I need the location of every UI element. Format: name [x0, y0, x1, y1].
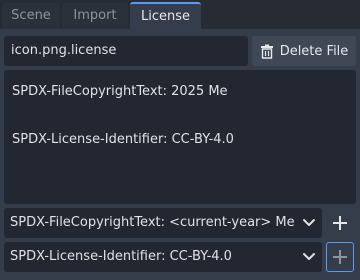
tab-bar: Scene Import License — [0, 0, 360, 31]
plus-icon — [333, 216, 347, 230]
license-dock: Scene Import License icon.png.license De… — [0, 0, 360, 280]
editor-line: SPDX-FileCopyrightText: 2025 Me — [12, 84, 228, 99]
copyright-template-value: SPDX-FileCopyrightText: <current-year> M… — [10, 215, 295, 230]
chevron-down-icon — [303, 253, 315, 260]
delete-file-button[interactable]: Delete File — [252, 36, 356, 66]
chevron-down-icon — [303, 219, 315, 226]
add-license-button[interactable] — [326, 242, 354, 272]
tab-license[interactable]: License — [130, 2, 201, 31]
plus-icon — [333, 250, 347, 264]
license-identifier-value: SPDX-License-Identifier: CC-BY-4.0 — [10, 249, 232, 264]
license-identifier-select[interactable]: SPDX-License-Identifier: CC-BY-4.0 — [4, 242, 322, 272]
copyright-template-select[interactable]: SPDX-FileCopyrightText: <current-year> M… — [4, 208, 322, 238]
delete-file-label: Delete File — [279, 43, 349, 59]
license-filename-field[interactable]: icon.png.license — [4, 36, 248, 66]
tab-scene[interactable]: Scene — [2, 3, 60, 29]
add-copyright-button[interactable] — [326, 208, 354, 238]
tab-import[interactable]: Import — [62, 3, 128, 29]
editor-line: SPDX-License-Identifier: CC-BY-4.0 — [12, 132, 234, 147]
license-text-editor[interactable]: SPDX-FileCopyrightText: 2025 Me SPDX-Lic… — [4, 70, 356, 204]
trash-icon — [260, 44, 273, 59]
